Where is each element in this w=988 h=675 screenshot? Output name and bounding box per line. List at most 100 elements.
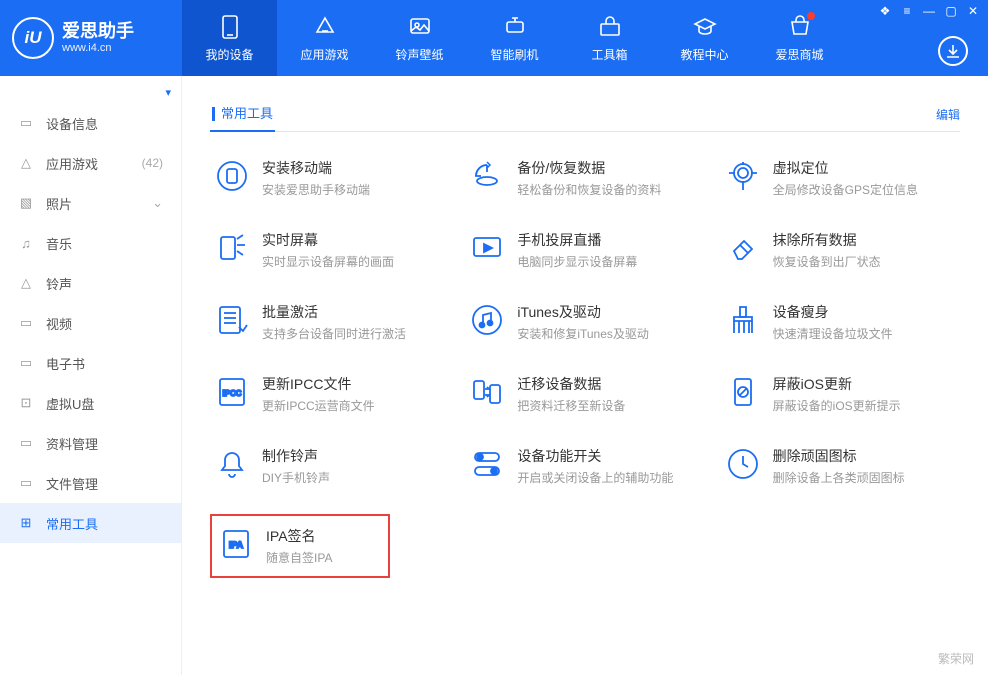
ipcc-icon: IPCC (214, 374, 250, 410)
tool-desc: 更新IPCC运营商文件 (262, 397, 375, 414)
tool-desc: 全局修改设备GPS定位信息 (773, 181, 918, 198)
tool-desc: 把资料迁移至新设备 (517, 397, 625, 414)
close-icon[interactable]: ✕ (966, 4, 980, 18)
tool-title: 手机投屏直播 (517, 230, 637, 250)
tool-location[interactable]: 虚拟定位全局修改设备GPS定位信息 (721, 154, 960, 202)
tool-title: 虚拟定位 (773, 158, 918, 178)
flash-icon (502, 14, 528, 40)
erase-icon (725, 230, 761, 266)
ipa-icon: IPA (218, 526, 254, 562)
logo-badge: iU (12, 17, 54, 59)
tool-desc: 随意自签IPA (266, 549, 332, 566)
tool-desc: 快速清理设备垃圾文件 (773, 325, 893, 342)
download-button[interactable] (938, 36, 968, 66)
sidebar-item-book[interactable]: ▭电子书 (0, 343, 181, 383)
top-tab-edu[interactable]: 教程中心 (657, 0, 752, 76)
sidebar-item-data[interactable]: ▭资料管理 (0, 423, 181, 463)
ringtone-icon (214, 446, 250, 482)
svg-text:IPCC: IPCC (222, 389, 241, 398)
tool-block[interactable]: 屏蔽iOS更新屏蔽设备的iOS更新提示 (721, 370, 960, 418)
sidebar-item-bell[interactable]: △铃声 (0, 263, 181, 303)
tool-backup[interactable]: 备份/恢复数据轻松备份和恢复设备的资料 (465, 154, 704, 202)
clean-icon (725, 302, 761, 338)
sidebar-item-music[interactable]: ♫音乐 (0, 223, 181, 263)
sidebar-label: 照片 (46, 194, 72, 213)
section-title: 常用工具 (210, 98, 275, 132)
top-tab-label: 应用游戏 (300, 46, 348, 63)
apps-icon: △ (18, 155, 34, 171)
svg-text:IPA: IPA (229, 540, 244, 550)
top-tab-label: 教程中心 (680, 46, 728, 63)
tool-cast[interactable]: 手机投屏直播电脑同步显示设备屏幕 (465, 226, 704, 274)
block-icon (725, 374, 761, 410)
tool-screen[interactable]: 实时屏幕实时显示设备屏幕的画面 (210, 226, 449, 274)
migrate-icon (469, 374, 505, 410)
sidebar-item-apps[interactable]: △应用游戏(42) (0, 143, 181, 183)
tool-title: 设备功能开关 (517, 446, 673, 466)
watermark: 繁荣网 (938, 650, 974, 667)
sidebar-item-files[interactable]: ▭文件管理 (0, 463, 181, 503)
itunes-icon (469, 302, 505, 338)
sidebar-item-info[interactable]: ▭设备信息 (0, 103, 181, 143)
sidebar-label: 虚拟U盘 (46, 394, 94, 413)
top-tab-label: 我的设备 (205, 46, 253, 63)
tool-switch[interactable]: 设备功能开关开启或关闭设备上的辅助功能 (465, 442, 704, 490)
tool-deleteicon[interactable]: 删除顽固图标删除设备上各类顽固图标 (721, 442, 960, 490)
skin-icon[interactable]: ❖ (878, 4, 892, 18)
tool-title: iTunes及驱动 (517, 302, 649, 322)
data-icon: ▭ (18, 435, 34, 451)
sidebar-label: 文件管理 (46, 474, 98, 493)
sidebar-item-video[interactable]: ▭ 视频 (0, 303, 181, 343)
top-tab-apps[interactable]: 应用游戏 (277, 0, 372, 76)
logo: iU 爱思助手 www.i4.cn (0, 17, 182, 59)
tool-migrate[interactable]: 迁移设备数据把资料迁移至新设备 (465, 370, 704, 418)
video-icon: ▭ (18, 315, 34, 331)
tool-install[interactable]: 安装移动端安装爱思助手移动端 (210, 154, 449, 202)
tool-title: 安装移动端 (262, 158, 370, 178)
usb-icon: ⊡ (18, 395, 34, 411)
shop-icon (787, 14, 813, 40)
tools-icon: ⊞ (18, 515, 34, 531)
sidebar-label: 应用游戏 (46, 154, 98, 173)
tool-ipa[interactable]: IPAIPA签名随意自签IPA (210, 514, 390, 578)
edit-link[interactable]: 编辑 (936, 106, 960, 123)
header: iU 爱思助手 www.i4.cn 我的设备 应用游戏 铃声壁纸智能刷机工具箱教程中… (0, 0, 988, 76)
sidebar-item-tools[interactable]: ⊞常用工具 (0, 503, 181, 543)
device-icon (217, 14, 243, 40)
sidebar-label: 视频 (46, 314, 72, 333)
tool-desc: 安装和修复iTunes及驱动 (517, 325, 649, 342)
main-content: 常用工具 编辑 安装移动端安装爱思助手移动端备份/恢复数据轻松备份和恢复设备的资… (182, 76, 988, 675)
tool-erase[interactable]: 抹除所有数据恢复设备到出厂状态 (721, 226, 960, 274)
tool-title: 批量激活 (262, 302, 406, 322)
tool-title: 屏蔽iOS更新 (773, 374, 901, 394)
tool-itunes[interactable]: iTunes及驱动安装和修复iTunes及驱动 (465, 298, 704, 346)
sidebar-item-photo[interactable]: ▧ 照片 ⌄ (0, 183, 181, 223)
tool-ipcc[interactable]: IPCC 更新IPCC文件更新IPCC运营商文件 (210, 370, 449, 418)
top-tab-toolbox[interactable]: 工具箱 (562, 0, 657, 76)
tool-activate[interactable]: 批量激活支持多台设备同时进行激活 (210, 298, 449, 346)
minimize-icon[interactable]: — (922, 4, 936, 18)
tool-title: 删除顽固图标 (773, 446, 905, 466)
sidebar: ▾ ▭设备信息△应用游戏(42)▧照片⌄♫音乐△铃声▭视频▭电子书⊡虚拟U盘▭资… (0, 76, 182, 675)
photo-icon: ▧ (18, 195, 34, 211)
maximize-icon[interactable]: ▢ (944, 4, 958, 18)
bell-icon: △ (18, 275, 34, 291)
top-tab-shop[interactable]: 爱思商城 (752, 0, 847, 76)
tool-clean[interactable]: 设备瘦身快速清理设备垃圾文件 (721, 298, 960, 346)
activate-icon (214, 302, 250, 338)
menu-icon[interactable]: ≡ (900, 4, 914, 18)
tool-title: 更新IPCC文件 (262, 374, 375, 394)
tool-title: 设备瘦身 (773, 302, 893, 322)
top-tabs: 我的设备 应用游戏 铃声壁纸智能刷机工具箱教程中心 爱思商城 (182, 0, 847, 76)
top-tab-flash[interactable]: 智能刷机 (467, 0, 562, 76)
sidebar-item-usb[interactable]: ⊡ 虚拟U盘 (0, 383, 181, 423)
top-tab-wallpaper[interactable]: 铃声壁纸 (372, 0, 467, 76)
window-controls: ❖ ≡ — ▢ ✕ (878, 4, 980, 18)
tool-ringtone[interactable]: 制作铃声DIY手机铃声 (210, 442, 449, 490)
tool-desc: 电脑同步显示设备屏幕 (517, 253, 637, 270)
chevron-down-icon: ⌄ (152, 195, 163, 211)
logo-url: www.i4.cn (62, 42, 134, 54)
tool-desc: 实时显示设备屏幕的画面 (262, 253, 394, 270)
top-tab-device[interactable]: 我的设备 (182, 0, 277, 76)
sidebar-collapse[interactable]: ▾ (0, 82, 181, 103)
